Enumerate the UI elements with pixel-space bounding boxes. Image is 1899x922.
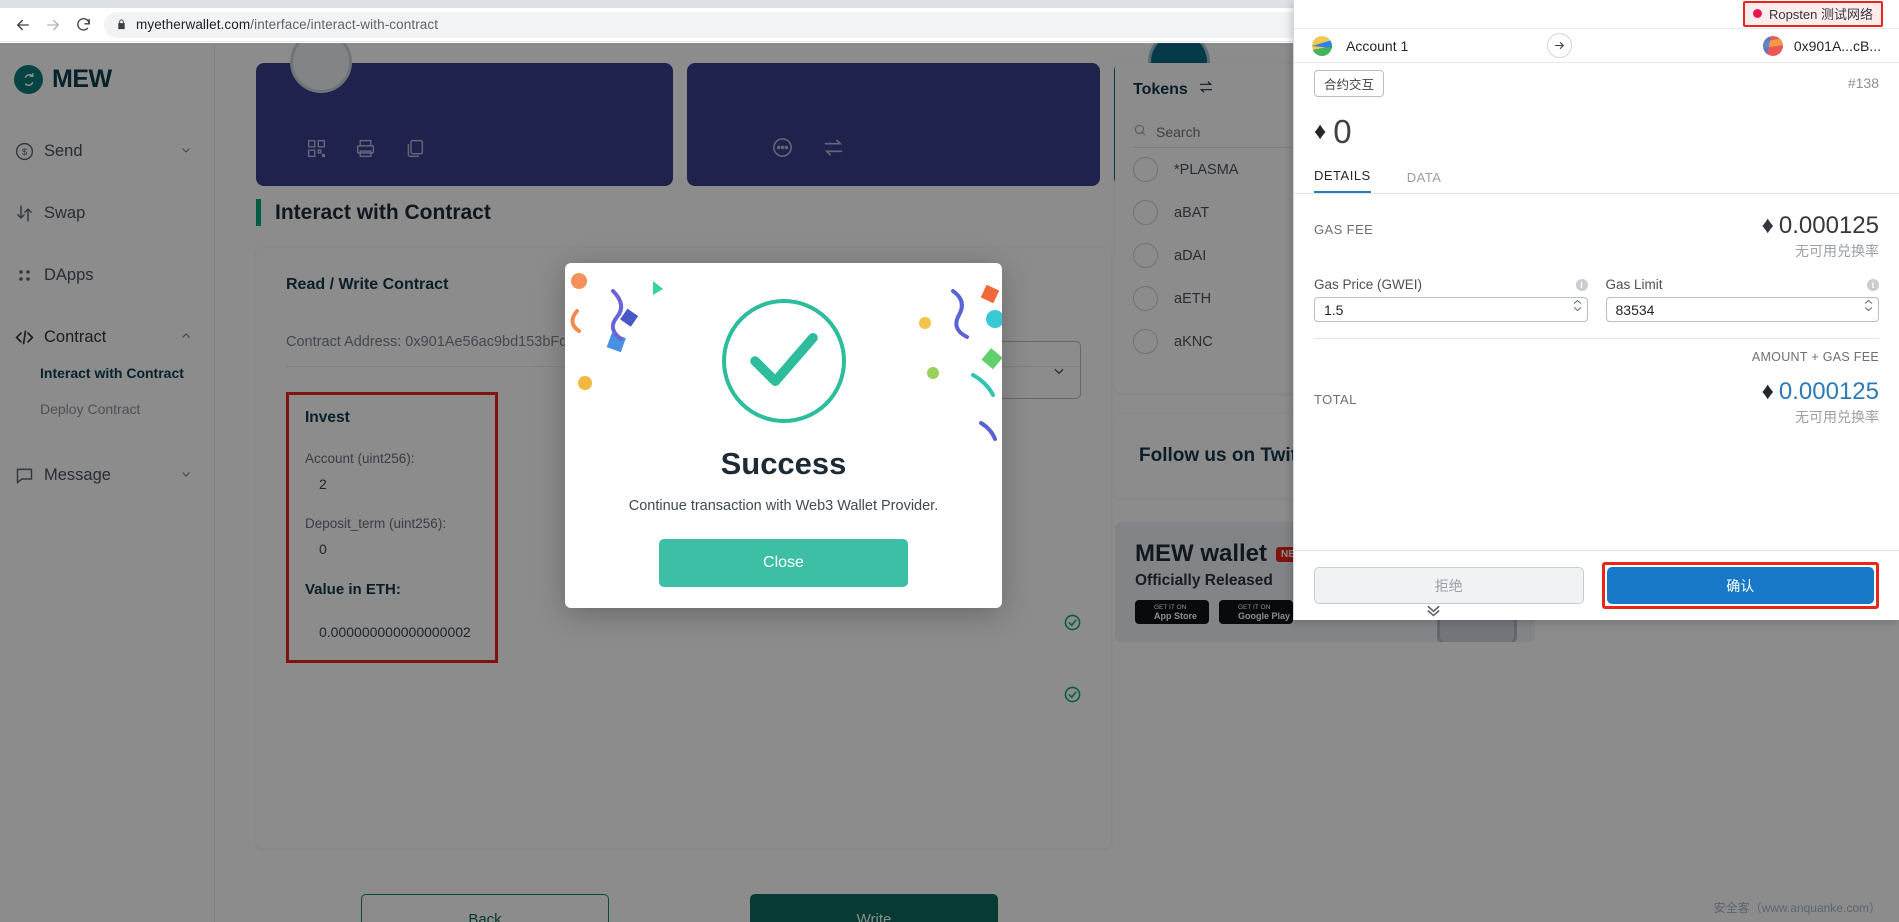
gas-limit-input[interactable]: 83534 — [1605, 297, 1879, 322]
amount-plus-gas-label: AMOUNT + GAS FEE — [1751, 350, 1879, 364]
metamask-network-row: Ropsten 测试网络 — [1294, 0, 1899, 28]
nonce-label: #138 — [1847, 75, 1879, 91]
gas-price-value: 1.5 — [1324, 301, 1344, 318]
gas-price-stepper[interactable] — [1573, 299, 1582, 312]
success-modal-body: Success Continue transaction with Web3 W… — [565, 263, 1002, 587]
gas-fee-amount-row: ♦ 0.000125 — [1762, 212, 1879, 240]
metamask-popup: Ropsten 测试网络 Account 1 0x901A...cB... 合约… — [1293, 0, 1899, 620]
gas-price-input[interactable]: 1.5 — [1314, 297, 1588, 322]
success-modal: Success Continue transaction with Web3 W… — [565, 263, 1002, 608]
total-value: 0.000125 — [1778, 378, 1879, 405]
lock-icon — [116, 18, 127, 31]
success-modal-message: Continue transaction with Web3 Wallet Pr… — [628, 498, 939, 514]
screenshot-root: myetherwallet.com/interface/interact-wit… — [0, 0, 1899, 922]
recipient-address[interactable]: 0x901A...cB... — [1794, 38, 1881, 54]
gas-fee-value: 0.000125 — [1778, 212, 1879, 239]
metamask-origin-row: 合约交互 #138 — [1294, 63, 1899, 103]
recipient-avatar — [1762, 35, 1783, 56]
network-name: Ropsten 测试网络 — [1768, 7, 1873, 22]
network-status-dot — [1752, 9, 1762, 18]
success-modal-title: Success — [720, 446, 847, 481]
total-row: TOTAL ♦ 0.000125 无可用兑换率 — [1314, 376, 1879, 427]
gas-limit-group: Gas Limit i 83534 — [1605, 277, 1879, 322]
transaction-amount: 0 — [1333, 113, 1352, 150]
origin-tag: 合约交互 — [1314, 69, 1385, 97]
arrow-right-icon — [1547, 33, 1573, 58]
gas-limit-stepper[interactable] — [1864, 299, 1873, 312]
total-values: ♦ 0.000125 无可用兑换率 — [1762, 376, 1879, 427]
network-badge-highlight[interactable]: Ropsten 测试网络 — [1742, 1, 1883, 27]
account-name[interactable]: Account 1 — [1346, 38, 1408, 54]
metamask-tabs: DETAILS DATA — [1294, 161, 1899, 194]
forward-arrow-icon[interactable] — [38, 10, 68, 40]
total-fiat: 无可用兑换率 — [1795, 409, 1879, 425]
gas-limit-value: 83534 — [1615, 301, 1655, 318]
metamask-amount-row: ♦ 0 — [1294, 103, 1899, 161]
tab-data[interactable]: DATA — [1407, 170, 1442, 193]
address-bar-text: myetherwallet.com/interface/interact-wit… — [136, 17, 438, 32]
tab-details[interactable]: DETAILS — [1314, 168, 1371, 193]
total-label: TOTAL — [1314, 392, 1357, 407]
gas-fee-fiat: 无可用兑换率 — [1795, 243, 1879, 259]
chevron-double-down-icon[interactable] — [1293, 598, 1573, 622]
info-icon[interactable]: i — [1575, 278, 1588, 291]
account-avatar — [1312, 35, 1332, 56]
close-button[interactable]: Close — [659, 539, 908, 587]
reload-icon[interactable] — [68, 10, 98, 40]
url-path: /interface/interact-with-contract — [250, 17, 439, 32]
gas-price-group: Gas Price (GWEI) i 1.5 — [1314, 277, 1588, 322]
eth-symbol-icon: ♦ — [1314, 118, 1327, 145]
gas-fee-values: ♦ 0.000125 无可用兑换率 — [1762, 212, 1879, 261]
gas-controls: Gas Price (GWEI) i 1.5 Gas Limit i 83534 — [1314, 277, 1879, 322]
confirm-button[interactable]: 确认 — [1606, 567, 1874, 604]
eth-symbol-icon: ♦ — [1761, 378, 1774, 405]
check-mark-icon — [721, 299, 846, 423]
divider — [1314, 338, 1879, 339]
metamask-account-row: Account 1 0x901A...cB... — [1294, 28, 1899, 63]
gas-price-label: Gas Price (GWEI) — [1314, 277, 1423, 292]
gas-fee-row: GAS FEE ♦ 0.000125 无可用兑换率 — [1314, 194, 1879, 261]
metamask-recipient-group: 0x901A...cB... — [1711, 35, 1881, 56]
back-arrow-icon[interactable] — [8, 10, 38, 40]
gas-fee-label: GAS FEE — [1314, 222, 1374, 237]
gas-limit-label-row: Gas Limit i — [1605, 277, 1879, 292]
total-amount-row: ♦ 0.000125 — [1762, 378, 1879, 406]
gas-price-label-row: Gas Price (GWEI) i — [1314, 277, 1588, 292]
metamask-details-pane: GAS FEE ♦ 0.000125 无可用兑换率 Gas Price (GWE… — [1294, 194, 1899, 550]
gas-limit-label: Gas Limit — [1605, 277, 1663, 292]
info-icon[interactable]: i — [1867, 278, 1879, 291]
watermark-credit: 安全客（www.anquanke.com） — [1713, 901, 1881, 915]
eth-symbol-icon: ♦ — [1761, 212, 1774, 239]
confirm-button-highlight: 确认 — [1601, 562, 1879, 609]
url-domain: myetherwallet.com — [136, 17, 251, 32]
